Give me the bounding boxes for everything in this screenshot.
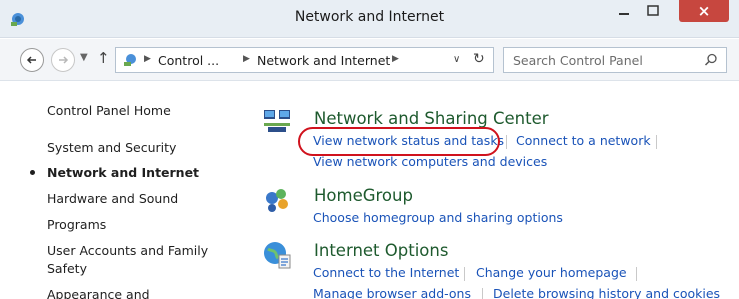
nav-user-accounts-line2[interactable]: Safety <box>47 260 87 277</box>
nav-user-accounts[interactable]: User Accounts and Family <box>47 242 208 259</box>
minimize-icon <box>619 13 629 15</box>
back-button[interactable] <box>20 48 44 72</box>
maximize-icon <box>647 5 659 16</box>
breadcrumb-control-panel[interactable]: Control ... <box>158 53 219 68</box>
forward-arrow-icon <box>59 56 69 64</box>
breadcrumb-network-internet[interactable]: Network and Internet <box>257 53 390 68</box>
back-arrow-icon <box>26 56 36 64</box>
nav-system-security[interactable]: System and Security <box>47 139 176 156</box>
address-dropdown-icon[interactable]: ∨ <box>453 54 460 65</box>
title-bar: Network and Internet × <box>0 0 739 38</box>
link-divider <box>506 135 507 149</box>
link-divider <box>464 267 465 281</box>
search-input[interactable]: Search Control Panel <box>513 53 643 68</box>
highlight-annotation <box>298 127 500 156</box>
view-network-computers-link[interactable]: View network computers and devices <box>313 154 547 169</box>
address-toolbar: ▼ ↑ ▶ Control ... ▶ Network and Internet… <box>0 39 739 81</box>
connect-internet-link[interactable]: Connect to the Internet <box>313 265 459 280</box>
link-divider <box>656 135 657 149</box>
breadcrumb-separator-icon: ▶ <box>392 54 399 64</box>
internet-options-icon <box>264 242 291 269</box>
homegroup-heading[interactable]: HomeGroup <box>314 186 413 205</box>
address-bar[interactable]: ▶ Control ... ▶ Network and Internet ▶ ∨… <box>115 47 494 73</box>
minimize-button[interactable] <box>611 0 637 22</box>
internet-options-heading[interactable]: Internet Options <box>314 241 448 260</box>
delete-browsing-history-link[interactable]: Delete browsing history and cookies <box>493 286 720 299</box>
up-arrow-icon[interactable]: ↑ <box>97 49 110 67</box>
left-navigation-pane: Control Panel Home System and Security N… <box>0 82 230 299</box>
nav-network-internet[interactable]: Network and Internet <box>47 164 199 181</box>
change-homepage-link[interactable]: Change your homepage <box>476 265 627 280</box>
network-sharing-center-heading[interactable]: Network and Sharing Center <box>314 109 549 128</box>
nav-appearance[interactable]: Appearance and <box>47 286 150 299</box>
breadcrumb-separator-icon: ▶ <box>243 54 250 64</box>
breadcrumb-separator-icon: ▶ <box>144 54 151 64</box>
recent-locations-chevron-icon[interactable]: ▼ <box>80 52 88 63</box>
refresh-icon[interactable]: ↻ <box>473 51 485 67</box>
choose-homegroup-link[interactable]: Choose homegroup and sharing options <box>313 210 563 225</box>
control-panel-icon <box>124 54 136 66</box>
maximize-button[interactable] <box>640 0 666 22</box>
network-sharing-icon <box>264 110 290 132</box>
homegroup-icon <box>266 189 288 212</box>
close-icon: × <box>697 1 711 20</box>
close-button[interactable]: × <box>679 0 729 22</box>
nav-programs[interactable]: Programs <box>47 216 106 233</box>
nav-hardware-sound[interactable]: Hardware and Sound <box>47 190 178 207</box>
link-divider <box>482 288 483 299</box>
connect-to-network-link[interactable]: Connect to a network <box>516 133 651 148</box>
search-icon[interactable] <box>704 53 718 67</box>
active-bullet-icon <box>30 170 35 175</box>
nav-control-panel-home[interactable]: Control Panel Home <box>47 102 171 119</box>
manage-addons-link[interactable]: Manage browser add-ons <box>313 286 471 299</box>
link-divider <box>636 267 637 281</box>
forward-button[interactable] <box>51 48 75 72</box>
search-box[interactable]: Search Control Panel <box>503 47 727 73</box>
